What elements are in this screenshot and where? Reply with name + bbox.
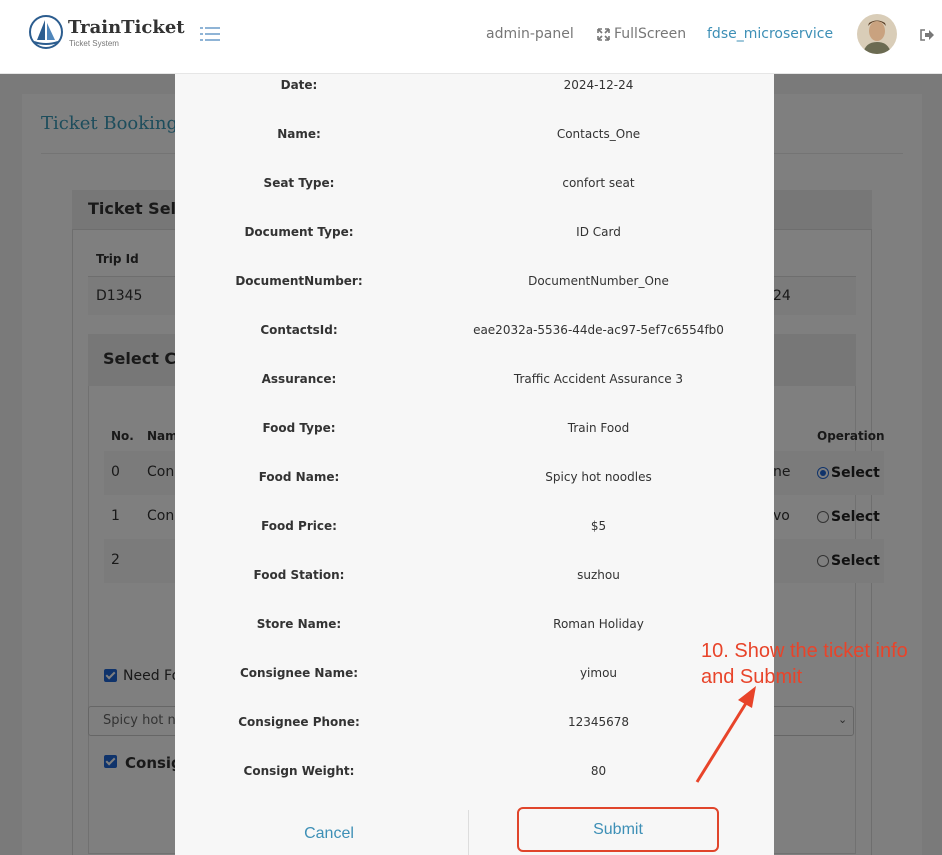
trainticket-logo-icon — [29, 15, 63, 49]
info-row-food-price: Food Price: $5 — [175, 515, 774, 564]
field-value: Traffic Accident Assurance 3 — [513, 372, 684, 386]
ticket-confirm-dialog: Date: 2024-12-24 Name: Contacts_One Seat… — [175, 74, 774, 855]
user-avatar[interactable] — [857, 14, 897, 54]
submit-button[interactable]: Submit — [517, 807, 719, 852]
brand-name: TrainTicket — [68, 17, 185, 38]
brand-subtitle: Ticket System — [69, 39, 119, 48]
info-row-contacts-id: ContactsId: eae2032a-5536-44de-ac97-5ef7… — [175, 319, 774, 368]
field-label: Food Name: — [258, 470, 340, 484]
info-row-consignee-phone: Consignee Phone: 12345678 — [175, 711, 774, 760]
cancel-button[interactable]: Cancel — [229, 822, 429, 846]
field-value: Roman Holiday — [553, 617, 644, 631]
field-label: Document Type: — [244, 225, 354, 239]
field-label: Seat Type: — [263, 176, 335, 190]
field-value: Spicy hot noodles — [545, 470, 652, 484]
field-label: ContactsId: — [260, 323, 338, 337]
field-label: Name: — [277, 127, 321, 141]
info-row-date: Date: 2024-12-24 — [175, 74, 774, 123]
info-row-food-name: Food Name: Spicy hot noodles — [175, 466, 774, 515]
info-row-name: Name: Contacts_One — [175, 123, 774, 172]
annotation-line: 10. Show the ticket info — [701, 640, 908, 662]
field-label: Date: — [280, 78, 318, 92]
field-label: Consignee Name: — [239, 666, 359, 680]
info-row-food-type: Food Type: Train Food — [175, 417, 774, 466]
field-label: Food Station: — [253, 568, 345, 582]
field-label: DocumentNumber: — [235, 274, 363, 288]
sidebar-toggle-icon[interactable] — [200, 26, 220, 42]
footer-divider — [468, 810, 469, 855]
info-row-consign-weight: Consign Weight: 80 — [175, 760, 774, 809]
field-value: suzhou — [577, 568, 620, 582]
nav-fullscreen[interactable]: FullScreen — [597, 26, 686, 42]
field-label: Store Name: — [256, 617, 342, 631]
field-value: 2024-12-24 — [563, 78, 634, 92]
expand-icon — [597, 27, 610, 41]
info-row-store-name: Store Name: Roman Holiday — [175, 613, 774, 662]
field-value: ID Card — [576, 225, 621, 239]
nav-user-name[interactable]: fdse_microservice — [707, 26, 833, 42]
field-value: Contacts_One — [556, 127, 641, 141]
annotation-arrow-icon — [695, 686, 756, 783]
logout-icon[interactable] — [919, 27, 935, 43]
nav-admin-panel[interactable]: admin-panel — [486, 26, 574, 42]
field-label: Consign Weight: — [243, 764, 355, 778]
info-row-assurance: Assurance: Traffic Accident Assurance 3 — [175, 368, 774, 417]
field-label: Food Price: — [261, 519, 337, 533]
field-value: Train Food — [567, 421, 630, 435]
top-header: TrainTicket Ticket System admin-panel Fu… — [0, 0, 942, 74]
info-row-document-number: DocumentNumber: DocumentNumber_One — [175, 270, 774, 319]
field-label: Assurance: — [261, 372, 337, 386]
info-row-food-station: Food Station: suzhou — [175, 564, 774, 613]
field-value: DocumentNumber_One — [528, 274, 669, 288]
field-value: eae2032a-5536-44de-ac97-5ef7c6554fb0 — [473, 323, 724, 337]
info-row-document-type: Document Type: ID Card — [175, 221, 774, 270]
nav-fullscreen-label: FullScreen — [614, 26, 687, 42]
field-value: confort seat — [562, 176, 635, 190]
info-row-seat-type: Seat Type: confort seat — [175, 172, 774, 221]
field-value: $5 — [590, 519, 607, 533]
field-label: Consignee Phone: — [238, 715, 360, 729]
field-label: Food Type: — [262, 421, 336, 435]
info-row-consignee-name: Consignee Name: yimou — [175, 662, 774, 711]
